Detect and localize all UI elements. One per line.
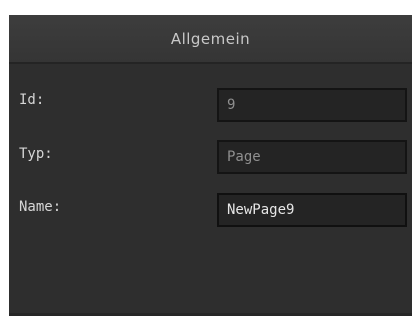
- panel-title: Allgemein: [170, 29, 251, 48]
- typ-row: Typ:: [9, 140, 412, 180]
- name-field[interactable]: [217, 193, 407, 227]
- name-label: Name:: [19, 199, 62, 215]
- panel-header: Allgemein: [9, 15, 412, 64]
- typ-field[interactable]: [217, 140, 407, 174]
- id-row: Id:: [9, 88, 412, 128]
- name-row: Name:: [9, 193, 412, 233]
- id-label: Id:: [19, 92, 45, 108]
- id-field[interactable]: [217, 88, 407, 122]
- properties-panel: Allgemein Id: Typ: Name:: [9, 15, 412, 316]
- typ-label: Typ:: [19, 146, 53, 162]
